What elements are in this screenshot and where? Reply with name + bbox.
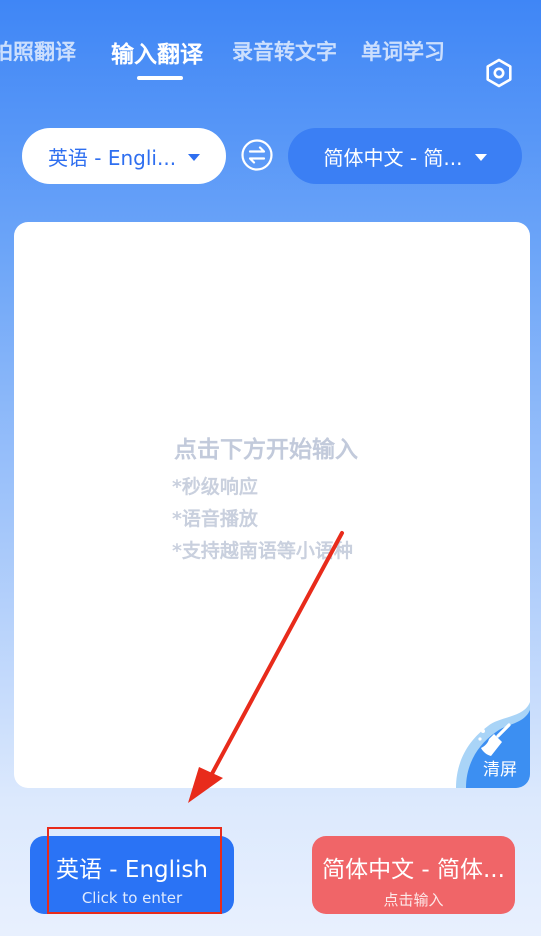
tab-record-to-text[interactable]: 录音转文字 (232, 36, 337, 66)
target-button-sublabel: 点击输入 (383, 891, 444, 909)
input-hint-title: 点击下方开始输入 (174, 437, 358, 463)
target-input-button[interactable]: 简体中文 - 简体... 点击输入 (312, 836, 515, 914)
tab-word-learning[interactable]: 单词学习 (361, 36, 445, 66)
swap-icon[interactable] (240, 138, 274, 172)
clear-screen-button[interactable]: 清屏 (454, 702, 530, 788)
target-language-label: 简体中文 - 简... (323, 145, 463, 170)
top-tab-bar: 拍照翻译 输入翻译 录音转文字 单词学习 (0, 0, 541, 90)
input-card[interactable]: 点击下方开始输入 *秒级响应 *语音播放 *支持越南语等小语种 清屏 (14, 222, 530, 788)
dropdown-caret-icon (188, 153, 201, 161)
target-button-label: 简体中文 - 简体... (322, 857, 505, 883)
tab-input-translate[interactable]: 输入翻译 (111, 35, 203, 69)
dropdown-caret-icon (474, 153, 487, 161)
active-tab-indicator (137, 76, 183, 80)
target-language-selector[interactable]: 简体中文 - 简... (288, 128, 522, 184)
source-language-label: 英语 - Engli... (47, 145, 177, 170)
settings-icon[interactable] (484, 58, 514, 88)
tab-photo-translate[interactable]: 拍照翻译 (0, 36, 76, 66)
broom-icon (478, 723, 511, 756)
clear-screen-label: 清屏 (483, 760, 517, 780)
annotation-highlight-box (47, 827, 222, 914)
hint-line-speed: *秒级响应 (172, 476, 258, 498)
hint-line-languages: *支持越南语等小语种 (172, 540, 353, 562)
source-language-selector[interactable]: 英语 - Engli... (22, 128, 226, 184)
hint-line-voice: *语音播放 (172, 508, 258, 530)
